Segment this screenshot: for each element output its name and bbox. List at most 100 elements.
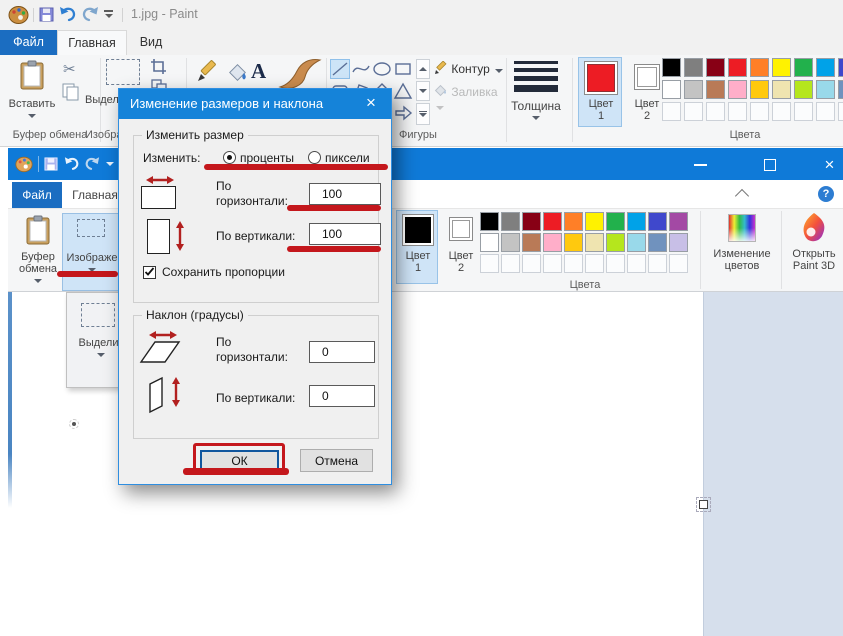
palette-swatch[interactable] [794,80,813,99]
palette-swatch[interactable] [794,58,813,77]
shape-triangle[interactable] [393,81,413,101]
annotation-underline-ok-button [183,468,289,475]
inner-maximize-button [750,149,790,180]
shapes-expand[interactable] [416,103,430,125]
shape-curve[interactable] [351,59,371,79]
palette-swatch[interactable] [662,58,681,77]
inner-palette-row1 [480,212,688,231]
palette-swatch[interactable] [662,80,681,99]
skew-vertical-input[interactable] [309,385,375,407]
shape-rectangle[interactable] [393,59,413,79]
palette-swatch[interactable] [750,80,769,99]
palette-swatch[interactable] [838,80,843,99]
palette-swatch[interactable] [728,58,747,77]
palette-swatch[interactable] [772,58,791,77]
palette-swatch[interactable] [706,102,725,121]
palette-swatch[interactable] [772,80,791,99]
shape-ellipse[interactable] [372,59,392,79]
dialog-close-button[interactable]: × [351,89,391,119]
redo-icon[interactable] [81,6,99,25]
palette-swatch [522,254,541,273]
tab-view[interactable]: Вид [127,30,175,55]
qat-customize-icon[interactable] [104,10,113,18]
vertical-skew-arrow-icon [171,377,181,410]
inner-color1-label: Цвет [397,250,439,262]
horizontal-skew-icon [139,340,181,367]
palette-swatch[interactable] [728,102,747,121]
color2-swatch [634,64,660,90]
outer-palette-row2 [662,80,843,99]
select-icon[interactable] [106,59,140,85]
inner-tab-file: Файл [12,182,62,208]
cut-icon[interactable]: ✂ [63,60,76,78]
palette-swatch[interactable] [662,102,681,121]
undo-icon[interactable] [59,6,77,25]
palette-swatch [585,254,604,273]
palette-swatch[interactable] [816,102,835,121]
palette-swatch [522,212,541,231]
palette-swatch[interactable] [772,102,791,121]
palette-swatch [606,212,625,231]
palette-swatch[interactable] [750,58,769,77]
palette-swatch [585,212,604,231]
inner-edit-colors-label: Изменение [705,248,779,260]
inner-undo-icon [64,156,80,174]
crop-icon[interactable] [150,58,168,79]
palette-swatch [606,233,625,252]
palette-swatch[interactable] [684,80,703,99]
tab-file[interactable]: Файл [0,30,57,55]
palette-swatch [480,254,499,273]
thickness-button[interactable]: Толщина [510,58,562,126]
fill-bucket-icon[interactable] [226,61,250,88]
cancel-button[interactable]: Отмена [300,449,373,472]
vertical-resize-arrow-icon [175,221,185,254]
save-icon[interactable] [39,7,54,25]
inner-redo-icon [84,156,100,174]
palette-swatch[interactable] [816,58,835,77]
keep-aspect-label[interactable]: Сохранить пропорции [162,265,285,280]
palette-swatch[interactable] [706,80,725,99]
color1-button[interactable]: Цвет 1 [578,57,622,127]
paste-button[interactable]: Вставить [6,58,58,124]
color2-button[interactable]: Цвет 2 [626,57,666,127]
palette-swatch[interactable] [794,102,813,121]
palette-swatch[interactable] [816,80,835,99]
color1-label: Цвет [579,98,623,110]
palette-swatch[interactable] [838,58,843,77]
radio-pixels[interactable] [308,151,321,164]
shape-arrow-right[interactable] [393,103,413,123]
palette-swatch[interactable] [684,102,703,121]
keep-aspect-checkbox[interactable] [143,266,156,279]
resize-skew-dialog: Изменение размеров и наклона × Изменить … [118,88,392,485]
resize-horizontal-input[interactable] [309,183,381,205]
palette-swatch [522,233,541,252]
inner-paint-logo-icon [15,155,33,176]
palette-swatch[interactable] [706,58,725,77]
inner-color1-button: Цвет 1 [396,210,438,284]
palette-swatch[interactable] [684,58,703,77]
shape-line[interactable] [330,59,350,79]
annotation-underline-image-button [57,271,118,277]
vertical-resize-icon [147,219,170,254]
shapes-scroll-up[interactable] [416,59,430,79]
copy-icon[interactable] [62,83,80,104]
text-tool-icon[interactable]: А [251,59,266,84]
resize-vertical-input[interactable] [309,223,381,245]
pencil-icon[interactable] [196,59,220,86]
annotation-underline-radios [204,164,388,170]
fill-dropdown[interactable]: Заливка [434,84,504,102]
palette-swatch[interactable] [750,102,769,121]
palette-swatch [564,254,583,273]
inner-help-icon: ? [818,186,834,202]
outer-palette-row3 [662,102,843,121]
palette-swatch[interactable] [838,102,843,121]
radio-percent[interactable] [223,151,236,164]
inner-palette-row2 [480,233,688,252]
skew-horizontal-input[interactable] [309,341,375,363]
tab-home[interactable]: Главная [57,30,127,55]
shapes-scroll-down[interactable] [416,81,430,101]
palette-swatch [480,233,499,252]
outline-dropdown[interactable]: Контур [434,61,504,79]
palette-swatch[interactable] [728,80,747,99]
inner-edit-colors-button: Изменение цветов [705,210,779,288]
